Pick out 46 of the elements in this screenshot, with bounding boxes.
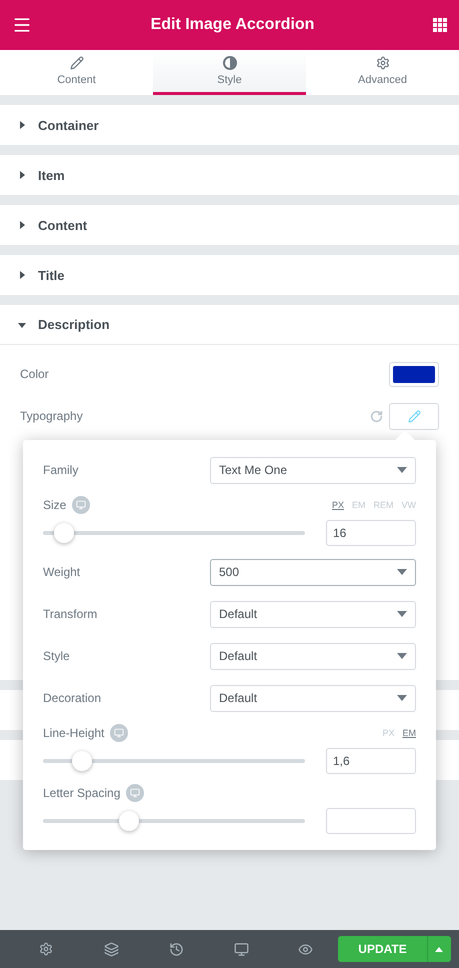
slider-thumb[interactable]: [72, 751, 92, 771]
grid-icon[interactable]: [433, 18, 447, 32]
number-field[interactable]: 16: [326, 520, 416, 546]
caret-icon: [397, 569, 407, 575]
field-label: Decoration: [43, 691, 102, 705]
color-picker[interactable]: [389, 362, 439, 386]
slider-thumb[interactable]: [54, 523, 74, 543]
field-label: Typography: [20, 409, 83, 423]
field-label: Line-Height: [43, 726, 104, 740]
desktop-icon[interactable]: [126, 784, 144, 802]
contrast-icon: [222, 56, 236, 70]
panel-title: Edit Image Accordion: [150, 16, 314, 34]
caret-icon: [18, 171, 26, 179]
select-field[interactable]: 500: [210, 558, 416, 586]
select-field[interactable]: Default: [210, 642, 416, 670]
field-label: Color: [20, 367, 49, 381]
field-label: Letter Spacing: [43, 786, 120, 800]
desktop-icon[interactable]: [72, 496, 90, 514]
slider-thumb[interactable]: [119, 811, 140, 831]
caret-icon: [18, 320, 26, 328]
field-label: Family: [43, 463, 78, 477]
caret-icon: [397, 695, 407, 701]
field-label: Transform: [43, 607, 98, 621]
field-label: Size: [43, 498, 66, 512]
caret-icon: [18, 121, 26, 129]
caret-icon: [18, 271, 26, 279]
field-label: Weight: [43, 565, 80, 579]
pencil-icon: [70, 56, 84, 70]
edit-button[interactable]: [389, 402, 439, 430]
select-field[interactable]: Default: [210, 600, 416, 628]
caret-icon: [397, 467, 407, 473]
reset-icon[interactable]: [370, 410, 383, 422]
select-field[interactable]: Default: [210, 684, 416, 712]
unit-option[interactable]: PX: [332, 500, 344, 510]
caret-icon: [397, 653, 407, 659]
field-label: Style: [43, 649, 70, 663]
number-field[interactable]: [326, 808, 416, 834]
caret-icon[interactable]: [426, 936, 452, 962]
pencil-icon: [408, 410, 420, 422]
number-field[interactable]: 1,6: [326, 748, 416, 774]
desktop-icon[interactable]: [110, 724, 128, 742]
gear-icon: [376, 56, 390, 70]
caret-icon: [397, 611, 407, 617]
select-field[interactable]: Text Me One: [210, 456, 416, 484]
unit-option[interactable]: EM: [402, 728, 416, 738]
caret-icon: [18, 221, 26, 229]
